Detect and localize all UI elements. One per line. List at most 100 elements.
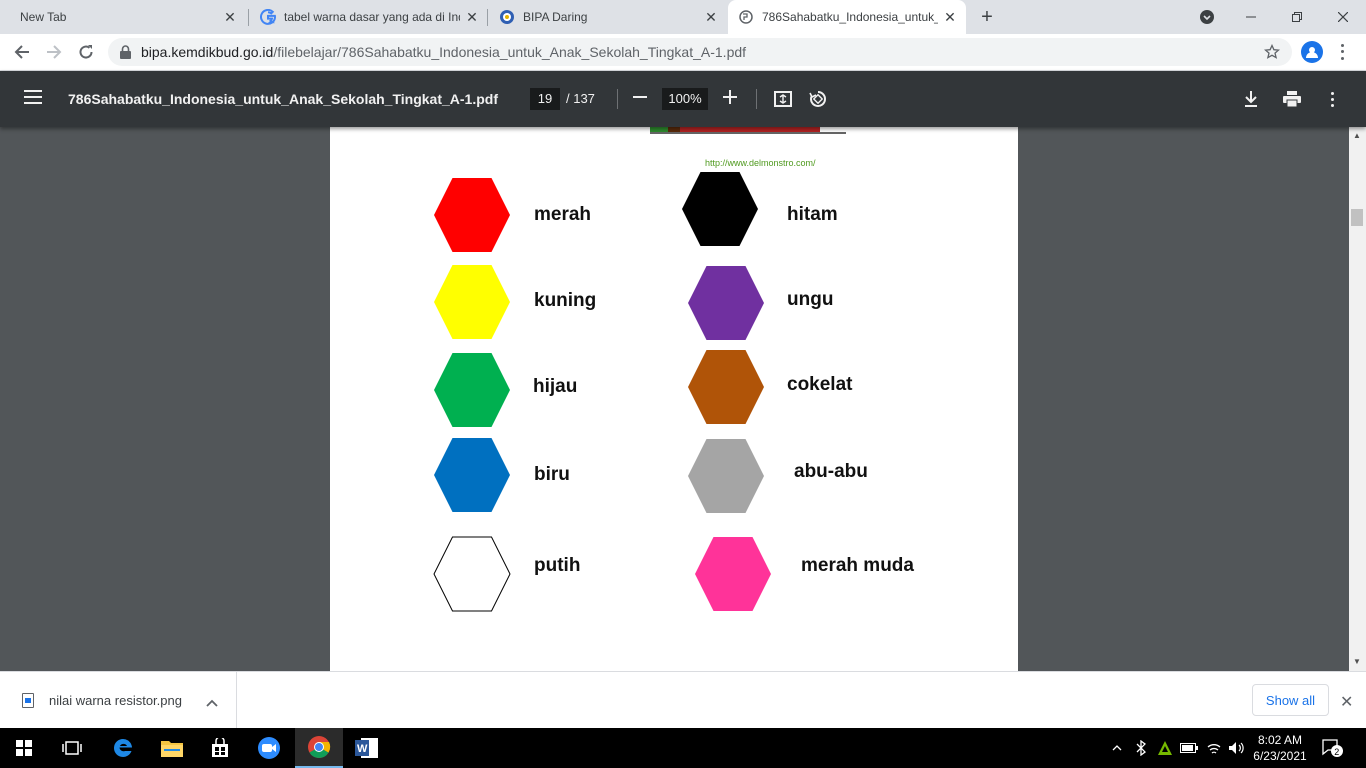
hexagon-yellow — [434, 265, 510, 339]
store-icon[interactable] — [196, 728, 244, 768]
tab-title: New Tab — [20, 10, 67, 24]
color-label-merah-muda: merah muda — [801, 555, 914, 576]
scroll-down-arrow-icon[interactable]: ▼ — [1353, 657, 1361, 666]
clock-date: 6/23/2021 — [1253, 749, 1307, 763]
edge-icon[interactable] — [99, 728, 147, 768]
hexagon-red — [434, 178, 510, 252]
close-download-bar-icon[interactable]: ✕ — [1340, 692, 1353, 712]
page-number-input[interactable]: 19 — [530, 88, 560, 110]
color-label-hijau: hijau — [533, 376, 578, 397]
profile-avatar[interactable] — [1301, 41, 1323, 63]
back-button[interactable] — [10, 40, 34, 64]
zoom-in-button[interactable] — [720, 87, 740, 109]
page-total: / 137 — [566, 91, 595, 106]
tab-bipa-daring[interactable]: BIPA Daring ✕ — [489, 0, 725, 34]
forward-button[interactable] — [42, 40, 66, 64]
vertical-scrollbar[interactable]: ▲ ▼ — [1349, 127, 1366, 671]
close-icon[interactable]: ✕ — [222, 9, 238, 25]
tab-pdf-active[interactable]: 786Sahabatku_Indonesia_untuk_A ✕ — [728, 0, 966, 34]
battery-icon[interactable] — [1178, 728, 1200, 768]
chrome-menu-icon[interactable] — [1334, 42, 1350, 62]
new-tab-button[interactable]: + — [977, 7, 997, 27]
action-center-icon[interactable]: 2 — [1322, 738, 1344, 763]
bluetooth-icon[interactable] — [1132, 728, 1150, 768]
toolbar-divider — [617, 89, 618, 109]
zoom-level-input[interactable]: 100% — [662, 88, 708, 110]
pdf-file-title: 786Sahabatku_Indonesia_untuk_Anak_Sekola… — [68, 91, 498, 107]
wifi-icon[interactable] — [1204, 728, 1224, 768]
minimize-button[interactable] — [1228, 0, 1274, 34]
show-hidden-icons-chevron[interactable] — [1108, 728, 1126, 768]
image-credit-url: http://www.delmonstro.com/ — [705, 158, 816, 168]
scroll-thumb[interactable] — [1351, 209, 1363, 226]
more-options-icon[interactable] — [1322, 89, 1342, 109]
color-label-hitam: hitam — [787, 204, 838, 225]
chrome-taskbar-icon[interactable] — [295, 728, 343, 768]
tab-google-search[interactable]: tabel warna dasar yang ada di Ind ✕ — [250, 0, 486, 34]
color-label-merah: merah — [534, 204, 592, 225]
color-label-ungu: ungu — [787, 289, 834, 310]
download-bar: nilai warna resistor.png Show all ✕ — [0, 671, 1366, 729]
url-path: /filebelajar/786Sahabatku_Indonesia_untu… — [273, 44, 747, 60]
reload-button[interactable] — [74, 40, 98, 64]
rotate-icon[interactable] — [808, 89, 828, 109]
color-label-kuning: kuning — [534, 290, 597, 311]
show-all-button[interactable]: Show all — [1252, 684, 1329, 716]
toolbar-divider — [756, 89, 757, 109]
fit-to-page-icon[interactable] — [773, 89, 793, 109]
lock-icon[interactable] — [120, 45, 131, 59]
hexagon-blue — [434, 438, 510, 512]
notification-count: 2 — [1334, 747, 1339, 757]
tab-title: tabel warna dasar yang ada di Ind — [284, 10, 460, 24]
chevron-up-icon[interactable] — [206, 694, 218, 712]
url-host: bipa.kemdikbud.go.id — [141, 44, 274, 60]
restore-button[interactable] — [1274, 0, 1320, 34]
nvidia-icon[interactable] — [1155, 728, 1175, 768]
file-explorer-icon[interactable] — [148, 728, 196, 768]
tab-new-tab[interactable]: New Tab ✕ — [8, 0, 244, 34]
address-bar[interactable]: bipa.kemdikbud.go.id/filebelajar/786Saha… — [108, 38, 1292, 66]
hexagon-brown — [688, 350, 764, 424]
bookmark-star-icon[interactable] — [1263, 43, 1281, 63]
word-icon[interactable]: W — [343, 728, 391, 768]
windows-start-icon[interactable] — [0, 728, 48, 768]
globe-icon — [738, 9, 754, 25]
zoom-app-icon[interactable] — [245, 728, 293, 768]
hexagon-purple — [688, 266, 764, 340]
hexagon-pink — [695, 537, 771, 611]
pdf-document-area[interactable]: http://www.delmonstro.com/ merah kuning … — [0, 127, 1366, 671]
tab-title: BIPA Daring — [523, 10, 588, 24]
tab-title: 786Sahabatku_Indonesia_untuk_A — [762, 10, 938, 24]
color-label-cokelat: cokelat — [787, 374, 853, 395]
close-window-button[interactable] — [1320, 0, 1366, 34]
close-icon[interactable]: ✕ — [703, 9, 719, 25]
tab-separator — [487, 9, 488, 26]
print-icon[interactable] — [1282, 89, 1302, 109]
scroll-up-arrow-icon[interactable]: ▲ — [1353, 131, 1361, 140]
close-icon[interactable]: ✕ — [464, 9, 480, 25]
volume-icon[interactable] — [1226, 728, 1248, 768]
hamburger-menu-icon[interactable] — [24, 90, 42, 104]
tab-separator — [248, 9, 249, 26]
bipa-logo-icon — [499, 9, 515, 25]
color-label-putih: putih — [534, 555, 581, 576]
download-icon[interactable] — [1241, 89, 1261, 109]
download-item[interactable]: nilai warna resistor.png — [0, 672, 237, 729]
hexagon-black — [682, 172, 758, 246]
task-view-icon[interactable] — [48, 728, 96, 768]
zoom-out-button[interactable] — [630, 87, 650, 109]
image-file-icon — [22, 693, 34, 708]
system-clock[interactable]: 8:02 AM 6/23/2021 — [1250, 732, 1310, 764]
clock-time: 8:02 AM — [1257, 733, 1303, 747]
tab-search-button[interactable] — [1184, 0, 1230, 34]
windows-taskbar: W 8:02 AM 6/23/2021 2 — [0, 728, 1366, 768]
browser-toolbar: bipa.kemdikbud.go.id/filebelajar/786Saha… — [0, 34, 1366, 71]
hexagon-green — [434, 353, 510, 427]
hexagon-grey — [688, 439, 764, 513]
pdf-toolbar: 786Sahabatku_Indonesia_untuk_Anak_Sekola… — [0, 71, 1366, 127]
close-icon[interactable]: ✕ — [942, 9, 958, 25]
google-icon — [260, 9, 276, 25]
svg-text:W: W — [357, 743, 368, 755]
color-label-abu-abu: abu-abu — [794, 461, 868, 482]
tab-strip: New Tab ✕ tabel warna dasar yang ada di … — [0, 0, 1366, 34]
